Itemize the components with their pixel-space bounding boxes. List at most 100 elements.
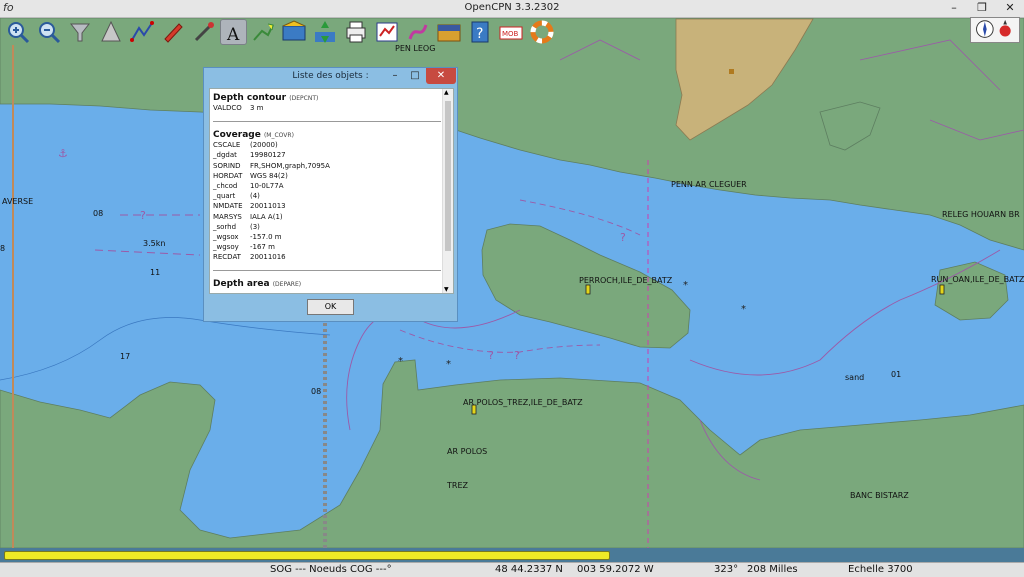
label-perroch: PERROCH,ILE_DE_BATZ [579, 276, 673, 285]
dialog-maximize-button[interactable]: □ [406, 68, 424, 84]
track-icon[interactable] [250, 19, 276, 45]
attribute-value: -157.0 m [250, 232, 282, 241]
label-trez: TREZ [447, 481, 468, 490]
window-titlebar: fo OpenCPN 3.3.2302 – ❐ ✕ [0, 0, 1024, 18]
attribute-key: _dgdat [213, 151, 237, 160]
label-sand: sand [845, 373, 865, 382]
attribute-row: _dgdat 19980127 [213, 150, 441, 160]
zoom-out-icon[interactable] [36, 19, 62, 45]
chart-icon[interactable] [436, 19, 462, 45]
svg-text:?: ? [514, 349, 520, 362]
attribute-row: CSCALE (20000) [213, 140, 441, 150]
attribute-value: (20000) [250, 141, 278, 150]
attribute-key: RECDAT [213, 253, 241, 262]
maximize-button[interactable]: ❐ [968, 0, 996, 17]
route-manager-icon[interactable] [374, 19, 400, 45]
ok-button[interactable]: OK [307, 299, 354, 315]
dialog-scrollbar[interactable]: ▲ ▼ [442, 89, 453, 293]
text-icon[interactable]: A [220, 19, 247, 45]
attribute-row: _wgsox -157.0 m [213, 232, 441, 242]
label-ar-polos-trez: AR POLOS_TREZ,ILE_DE_BATZ [463, 398, 583, 407]
scrollbar-thumb[interactable] [445, 101, 451, 251]
compass-widget[interactable] [970, 17, 1020, 43]
label-run-oan: RUN_OAN,ILE_DE_BATZ [931, 275, 1024, 284]
depth-08b: 08 [311, 387, 322, 396]
attribute-value: 3 m [250, 104, 264, 112]
attribute-row: _wgsoy -167 m [213, 242, 441, 252]
section-coverage: Coverage (M_COVR) [213, 130, 294, 141]
attribute-row: SORIND FR,SHOM,graph,7095A [213, 161, 441, 171]
chart-scale-bar[interactable] [4, 551, 610, 560]
attribute-value: WGS 84(2) [250, 171, 288, 180]
attribute-value: IALA A(1) [250, 212, 283, 221]
object-list-content[interactable]: Depth contour (DEPCNT) VALDCO 3 m Coverag… [209, 88, 454, 294]
attribute-key: _wgsox [213, 232, 239, 241]
ship-icon[interactable] [160, 19, 186, 45]
longitude-readout: 003 59.2072 W [577, 564, 654, 575]
zoom-in-icon[interactable] [5, 19, 31, 45]
tides-icon[interactable] [312, 19, 338, 45]
svg-text:?: ? [488, 349, 494, 362]
attribute-key: _sorhd [213, 222, 237, 231]
scale-icon[interactable] [98, 19, 124, 45]
latitude-readout: 48 44.2337 N [495, 564, 563, 575]
attribute-key: _quart [213, 192, 236, 201]
dialog-close-button[interactable]: ✕ [426, 68, 456, 84]
depth-8: 8 [0, 244, 6, 253]
attribute-value: 10-0L77A [250, 181, 284, 190]
window-title: OpenCPN 3.3.2302 [464, 2, 560, 13]
settings-icon[interactable] [405, 19, 431, 45]
attribute-key: _wgsoy [213, 243, 239, 252]
attribute-key: CSCALE [213, 141, 241, 150]
svg-text:?: ? [620, 231, 626, 244]
attribute-row: _sorhd (3) [213, 222, 441, 232]
svg-text:⚓: ⚓ [58, 147, 68, 160]
svg-text:A: A [226, 25, 240, 45]
lifebuoy-icon[interactable] [529, 19, 555, 45]
label-banc-bistarz: BANC BISTARZ [850, 491, 909, 500]
label-averse: AVERSE [2, 197, 34, 206]
print-icon[interactable] [343, 19, 369, 45]
dialog-minimize-button[interactable]: – [386, 68, 404, 84]
attribute-row: VALDCO 3 m [213, 103, 441, 113]
label-releg-houarn: RELEG HOUARN BR [942, 210, 1020, 219]
minimize-button[interactable]: – [940, 0, 968, 17]
svg-text:*: * [398, 356, 403, 367]
label-pen-leog: PEN LEOG [395, 44, 436, 53]
scroll-down-icon[interactable]: ▼ [444, 286, 449, 293]
help-icon[interactable]: ? [467, 19, 493, 45]
svg-text:*: * [741, 304, 746, 315]
chart-bar[interactable] [0, 548, 1024, 562]
depth-17: 17 [120, 352, 131, 361]
object-list-dialog[interactable]: Liste des objets : – □ ✕ Depth contour (… [203, 67, 458, 322]
attribute-row: NMDATE 20011013 [213, 201, 441, 211]
svg-text:*: * [446, 359, 451, 370]
depth-01: 01 [891, 370, 902, 379]
attribute-row: RECDAT 20011016 [213, 252, 441, 262]
attribute-row: MARSYS IALA A(1) [213, 212, 441, 222]
chart-bar-icon[interactable] [281, 19, 307, 45]
label-ar-polos: AR POLOS [447, 447, 488, 456]
section-depth-area: Depth area (DEPARE) [213, 279, 302, 290]
attribute-row: HORDAT WGS 84(2) [213, 171, 441, 181]
tools-icon[interactable] [191, 19, 217, 45]
svg-text:*: * [683, 280, 688, 291]
attribute-value: 20011016 [250, 253, 286, 262]
scroll-up-icon[interactable]: ▲ [444, 89, 449, 96]
attribute-key: MARSYS [213, 212, 242, 221]
close-button[interactable]: ✕ [996, 0, 1024, 17]
sog-cog-readout: SOG --- Noeuds COG ---° [270, 564, 392, 575]
route-icon[interactable] [129, 19, 155, 45]
status-bar: SOG --- Noeuds COG ---° 48 44.2337 N 003… [0, 562, 1024, 577]
attribute-value: (4) [250, 192, 260, 201]
svg-text:?: ? [476, 26, 483, 42]
attribute-key: SORIND [213, 161, 241, 170]
attribute-value: 19980127 [250, 151, 286, 160]
mob-icon[interactable]: MOB [498, 19, 524, 45]
buoy-perroch [585, 284, 591, 295]
chart-quilt-icon[interactable] [67, 19, 93, 45]
bearing-readout: 323° [714, 564, 739, 575]
section-depth-contour: Depth contour (DEPCNT) [213, 93, 319, 103]
distance-readout: 208 Milles [747, 564, 798, 575]
attribute-value: (3) [250, 222, 260, 231]
